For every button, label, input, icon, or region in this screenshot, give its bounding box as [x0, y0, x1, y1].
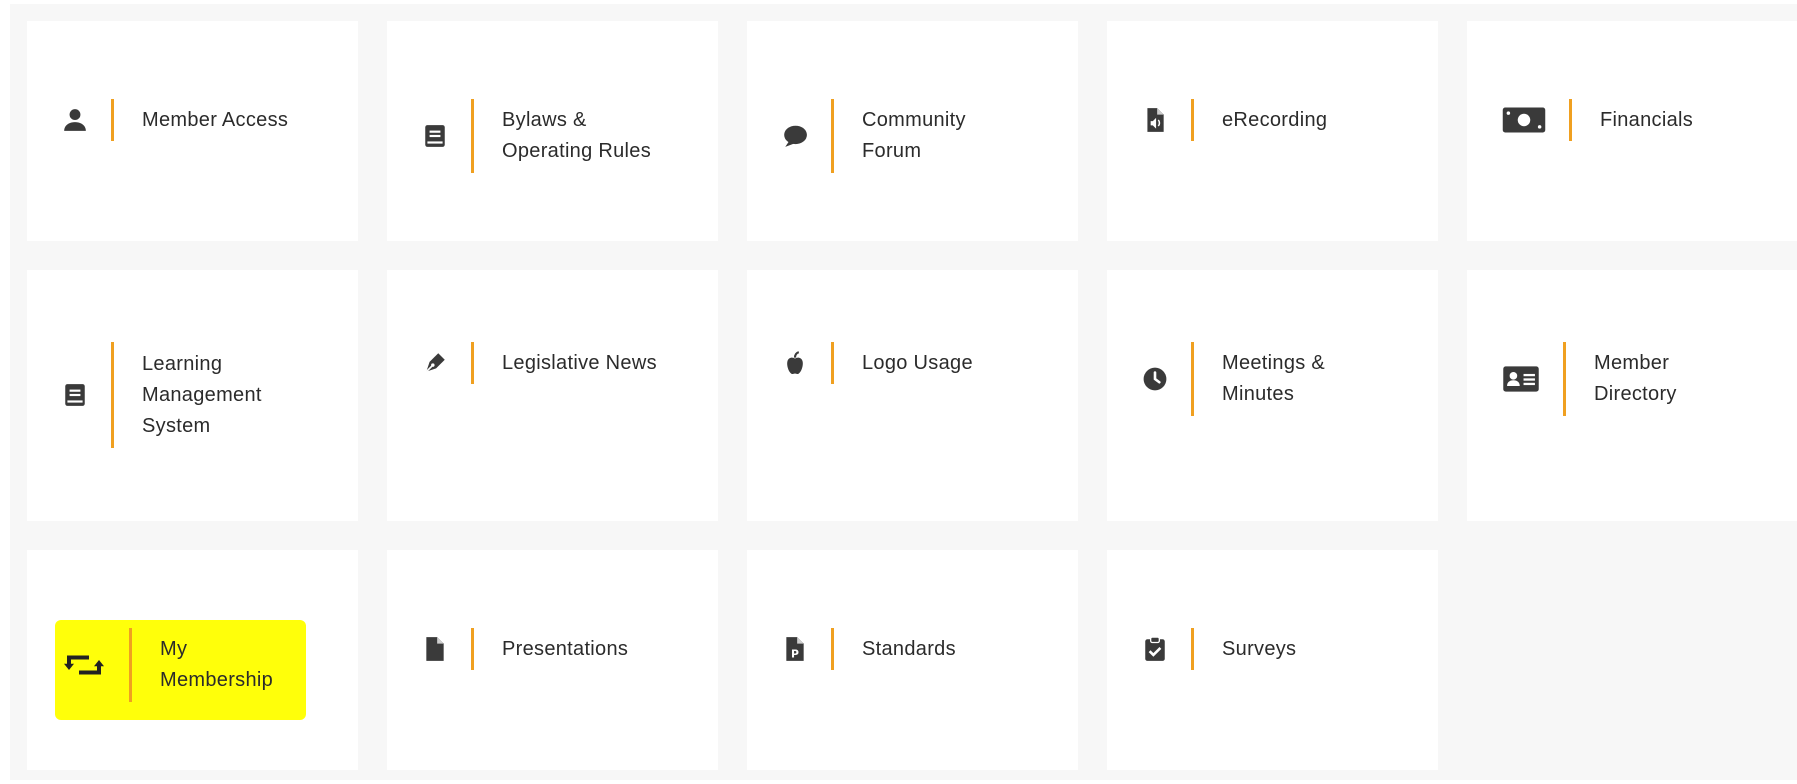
tile-presentations[interactable]: Presentations	[387, 550, 718, 770]
accent-divider	[471, 628, 474, 670]
tile-meetings-minutes[interactable]: Meetings & Minutes	[1107, 270, 1438, 521]
tile-legislative-news[interactable]: Legislative News	[387, 270, 718, 521]
accent-divider	[1191, 99, 1194, 141]
tile-label: Meetings & Minutes	[1222, 352, 1326, 405]
user-icon	[61, 106, 89, 134]
tile-my-membership[interactable]: My Membership	[27, 550, 358, 770]
tile-label: Community Forum	[862, 109, 966, 162]
accent-divider	[1569, 99, 1572, 141]
tile-label: Logo Usage	[862, 351, 973, 374]
comment-icon	[781, 122, 809, 150]
tile-surveys[interactable]: Surveys	[1107, 550, 1438, 770]
tile-erecording[interactable]: eRecording	[1107, 21, 1438, 241]
money-bill-icon	[1501, 106, 1547, 134]
tile-label: Presentations	[502, 637, 629, 660]
audio-file-icon	[1141, 106, 1169, 134]
tile-label: Financials	[1600, 108, 1694, 131]
accent-divider	[1563, 342, 1566, 416]
retweet-icon	[61, 651, 107, 679]
accent-divider	[471, 99, 474, 173]
book-icon	[421, 122, 449, 150]
accent-divider	[831, 628, 834, 670]
tile-financials[interactable]: Financials	[1467, 21, 1797, 241]
clipboard-check-icon	[1141, 635, 1169, 663]
tile-standards[interactable]: P Standards	[747, 550, 1078, 770]
accent-divider	[111, 342, 114, 448]
tile-community-forum[interactable]: Community Forum	[747, 21, 1078, 241]
accent-divider	[831, 99, 834, 173]
services-grid: Member Access Bylaws & Operating Rules C…	[10, 4, 1797, 780]
book-icon	[61, 381, 89, 409]
tile-label: Surveys	[1222, 637, 1297, 660]
tile-label: My Membership	[160, 638, 274, 691]
id-card-icon	[1501, 365, 1541, 393]
svg-text:P: P	[791, 648, 799, 661]
apple-icon	[781, 349, 809, 377]
file-icon	[421, 635, 449, 663]
tile-logo-usage[interactable]: Logo Usage	[747, 270, 1078, 521]
tile-label: Learning Management System	[142, 352, 262, 437]
accent-divider	[111, 99, 114, 141]
clock-icon	[1141, 365, 1169, 393]
tile-label: Bylaws & Operating Rules	[502, 109, 652, 162]
tile-learning-management-system[interactable]: Learning Management System	[27, 270, 358, 521]
file-p-icon: P	[781, 635, 809, 663]
tile-label: Standards	[862, 637, 956, 660]
tile-member-access[interactable]: Member Access	[27, 21, 358, 241]
accent-divider	[1191, 342, 1194, 416]
accent-divider	[129, 628, 132, 702]
tile-member-directory[interactable]: Member Directory	[1467, 270, 1797, 521]
accent-divider	[471, 342, 474, 384]
accent-divider	[1191, 628, 1194, 670]
tile-label: eRecording	[1222, 108, 1328, 131]
tile-bylaws-operating-rules[interactable]: Bylaws & Operating Rules	[387, 21, 718, 241]
tile-label: Member Directory	[1594, 352, 1677, 405]
pen-icon	[421, 349, 449, 377]
accent-divider	[831, 342, 834, 384]
tile-label: Legislative News	[502, 351, 657, 374]
tile-label: Member Access	[142, 108, 289, 131]
